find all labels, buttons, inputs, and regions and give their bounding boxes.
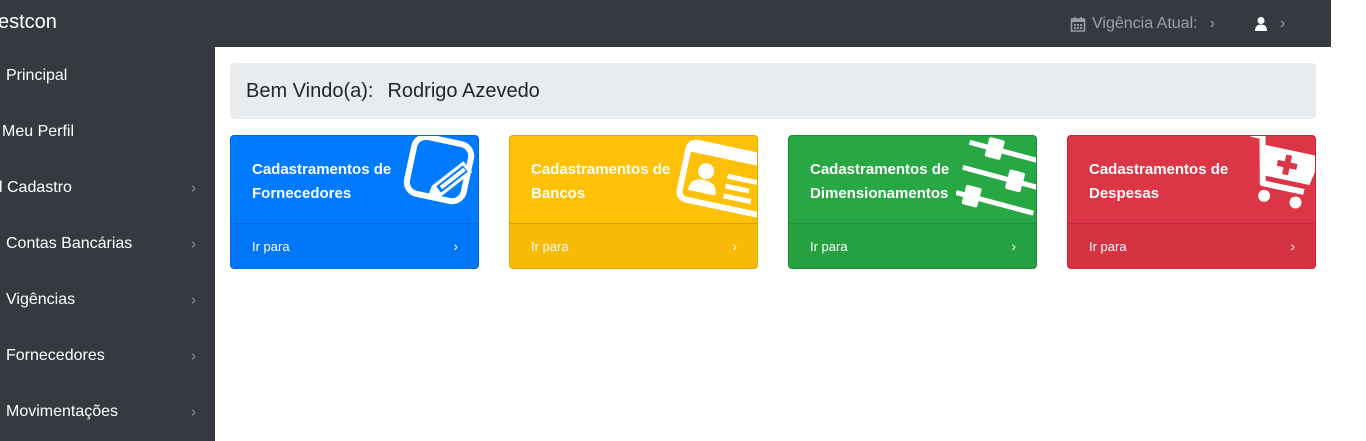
sidebar-item-movimentacoes[interactable]: Movimentações › — [0, 384, 215, 440]
user-menu-dropdown[interactable]: › — [1254, 0, 1285, 47]
sidebar: Principal Meu Perfil l Cadastro › Contas… — [0, 47, 215, 441]
card-footer-link[interactable]: Ir para › — [231, 223, 478, 268]
card-footer-link[interactable]: Ir para › — [789, 223, 1036, 268]
card-link-label: Ir para — [531, 238, 569, 254]
vigencia-dropdown[interactable]: Vigência Atual: › — [1070, 0, 1215, 47]
user-icon — [1254, 16, 1268, 32]
calendar-icon — [1070, 16, 1086, 32]
card-title: Cadastramentos de Despesas — [1089, 161, 1229, 202]
card-footer-link[interactable]: Ir para › — [1068, 223, 1315, 268]
brand-logo-text[interactable]: estcon — [0, 10, 57, 34]
card-dimensionamentos: Cadastramentos de Dimensionamentos Ir pa… — [788, 135, 1037, 269]
sidebar-item-label: Movimentações — [6, 403, 119, 420]
welcome-prefix: Bem Vindo(a): — [246, 79, 374, 102]
chevron-right-icon: › — [1290, 238, 1295, 254]
vigencia-label: Vigência Atual: — [1092, 14, 1198, 32]
welcome-banner: Bem Vindo(a): Rodrigo Azevedo — [230, 63, 1316, 119]
chevron-right-icon: › — [191, 291, 196, 309]
top-navbar: estcon Vigência Atual: › › — [0, 0, 1331, 47]
sidebar-item-label: Principal — [6, 67, 68, 84]
chevron-right-icon: › — [191, 403, 196, 421]
sidebar-item-contas-bancarias[interactable]: Contas Bancárias › — [0, 216, 215, 272]
sidebar-item-label: Meu Perfil — [2, 123, 75, 140]
sidebar-item-label: l Cadastro — [0, 179, 72, 196]
chevron-right-icon: › — [191, 347, 196, 365]
sidebar-item-principal[interactable]: Principal — [0, 48, 215, 104]
chevron-right-icon: › — [191, 235, 196, 253]
sidebar-item-label: Contas Bancárias — [6, 235, 133, 252]
sidebar-item-cadastro[interactable]: l Cadastro › — [0, 160, 215, 216]
card-link-label: Ir para — [810, 238, 848, 254]
card-fornecedores: Cadastramentos de Fornecedores Ir para › — [230, 135, 479, 269]
sidebar-item-meu-perfil[interactable]: Meu Perfil — [0, 104, 215, 160]
sidebar-item-label: Fornecedores — [6, 347, 105, 364]
welcome-user-name: Rodrigo Azevedo — [387, 79, 540, 102]
card-footer-link[interactable]: Ir para › — [510, 223, 757, 268]
chevron-right-icon: › — [453, 238, 458, 254]
edit-icon — [402, 136, 478, 217]
card-title: Cadastramentos de Fornecedores — [252, 161, 392, 202]
card-link-label: Ir para — [252, 238, 290, 254]
cart-plus-icon — [1237, 136, 1315, 221]
chevron-right-icon: › — [732, 238, 737, 254]
chevron-right-icon: › — [1209, 14, 1215, 32]
chevron-right-icon: › — [1280, 14, 1286, 32]
card-bancos: Cadastramentos de Bancos Ir para › — [509, 135, 758, 269]
card-despesas: Cadastramentos de Despesas Ir para › — [1067, 135, 1316, 269]
sidebar-item-fornecedores[interactable]: Fornecedores › — [0, 328, 215, 384]
card-title: Cadastramentos de Dimensionamentos — [810, 161, 950, 202]
chevron-right-icon: › — [1011, 238, 1016, 254]
card-title: Cadastramentos de Bancos — [531, 161, 671, 202]
sidebar-item-label: Vigências — [6, 291, 76, 308]
card-link-label: Ir para — [1089, 238, 1127, 254]
chevron-right-icon: › — [191, 179, 196, 197]
sidebar-item-vigencias[interactable]: Vigências › — [0, 272, 215, 328]
sliders-icon — [955, 136, 1036, 221]
id-card-icon — [675, 136, 757, 223]
